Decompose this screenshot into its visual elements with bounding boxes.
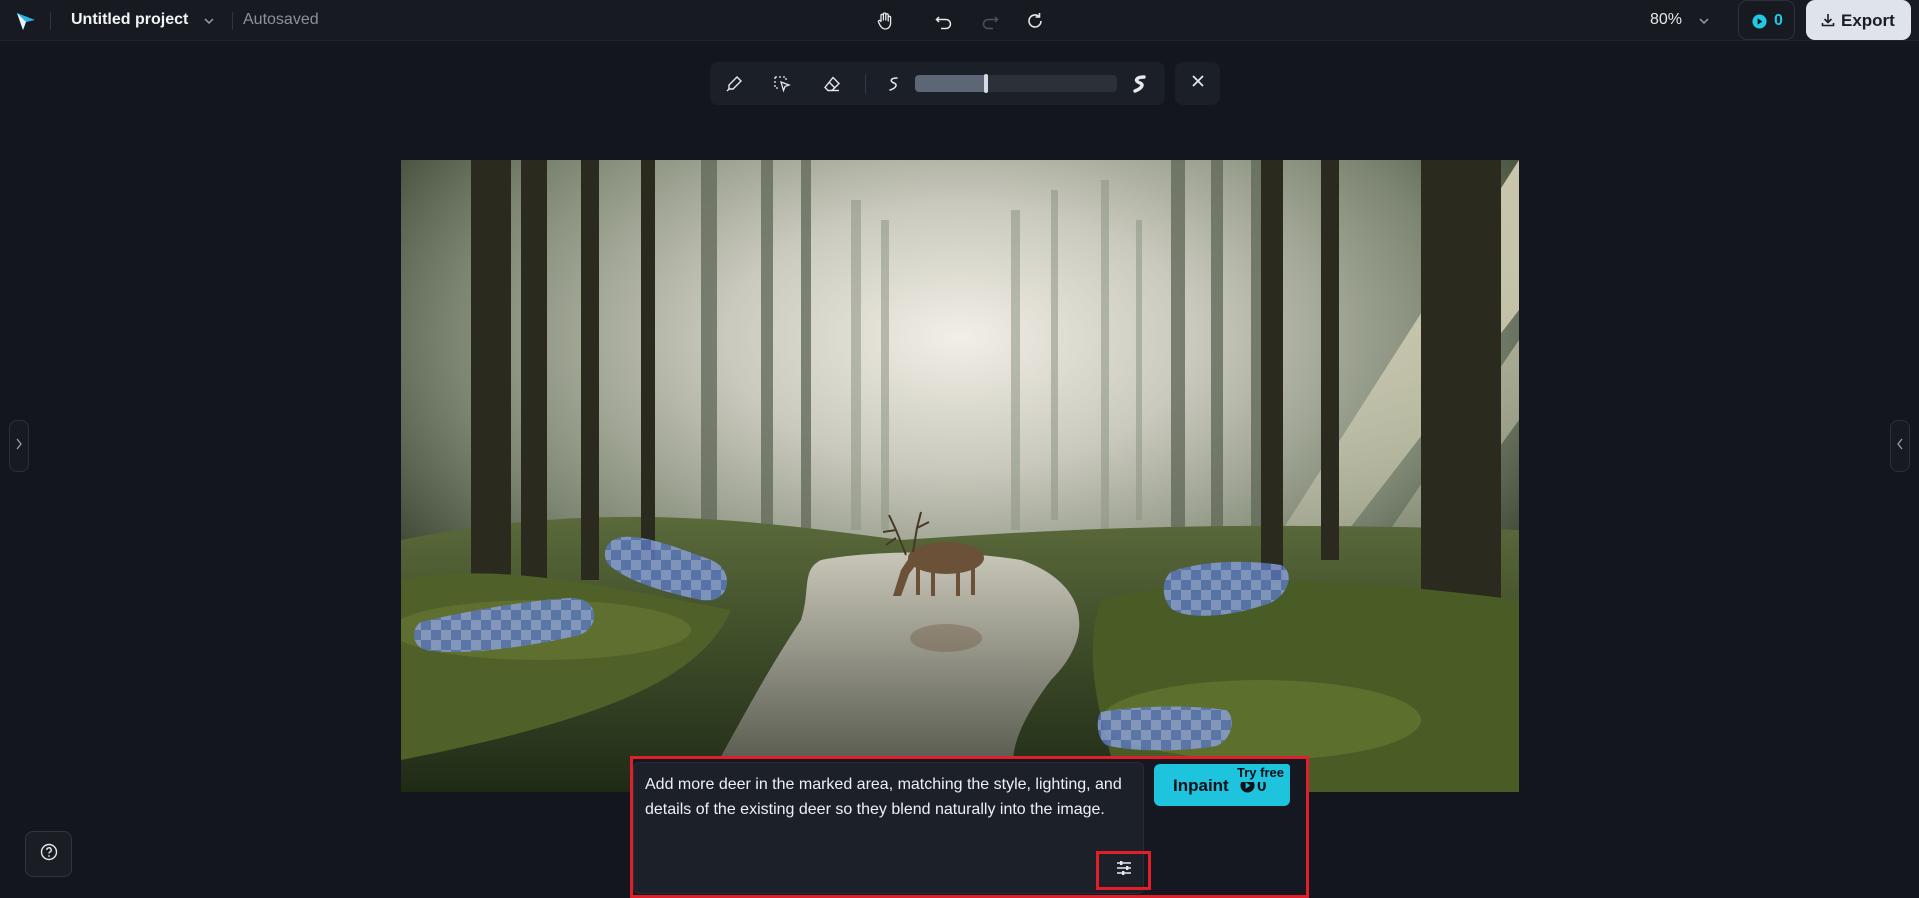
export-label: Export <box>1841 11 1895 30</box>
divider <box>865 74 866 94</box>
try-free-badge: Try free <box>1231 764 1290 782</box>
close-inpaint-button[interactable] <box>1175 62 1220 105</box>
save-status: Autosaved <box>243 11 319 28</box>
brush-icon[interactable] <box>722 72 746 96</box>
prompt-input[interactable]: Add more deer in the marked area, matchi… <box>645 772 1125 822</box>
help-icon <box>40 843 58 866</box>
zoom-level[interactable]: 80% <box>1650 11 1682 29</box>
eraser-icon[interactable] <box>820 72 844 96</box>
forest-deer-image <box>401 160 1519 792</box>
divider <box>50 12 51 30</box>
project-title[interactable]: Untitled project <box>71 11 188 29</box>
brush-size-fill <box>915 75 986 92</box>
download-icon <box>1820 12 1836 28</box>
brush-size-slider[interactable] <box>915 75 1117 92</box>
refresh-icon[interactable] <box>1023 9 1047 33</box>
chevron-left-icon <box>1895 437 1905 456</box>
left-panel-toggle[interactable] <box>9 420 29 472</box>
inpaint-toolbar <box>710 62 1165 105</box>
prompt-settings-button[interactable] <box>1102 856 1145 885</box>
hand-pan-icon[interactable] <box>873 9 897 33</box>
undo-icon[interactable] <box>932 9 956 33</box>
chevron-down-icon[interactable] <box>201 13 217 29</box>
credits-button[interactable]: 0 <box>1738 0 1795 40</box>
right-panel-toggle[interactable] <box>1890 420 1910 472</box>
lasso-select-icon[interactable] <box>770 72 794 96</box>
small-brush-icon <box>882 72 906 96</box>
image-canvas[interactable] <box>401 160 1519 792</box>
top-bar: Untitled project Autosaved 80% 0 Export <box>0 0 1919 41</box>
inpaint-label: Inpaint <box>1173 776 1229 795</box>
credits-count: 0 <box>1774 12 1783 29</box>
chevron-right-icon <box>14 437 24 456</box>
sliders-icon <box>1115 860 1133 881</box>
large-brush-icon <box>1128 72 1152 96</box>
coin-icon <box>1752 14 1767 29</box>
export-button[interactable]: Export <box>1806 0 1911 40</box>
redo-icon[interactable] <box>978 9 1002 33</box>
divider <box>232 12 233 30</box>
app-logo-icon[interactable] <box>14 9 38 33</box>
help-button[interactable] <box>25 831 72 877</box>
brush-size-handle[interactable] <box>983 74 988 93</box>
close-icon <box>1190 73 1206 94</box>
chevron-down-icon[interactable] <box>1696 13 1712 29</box>
